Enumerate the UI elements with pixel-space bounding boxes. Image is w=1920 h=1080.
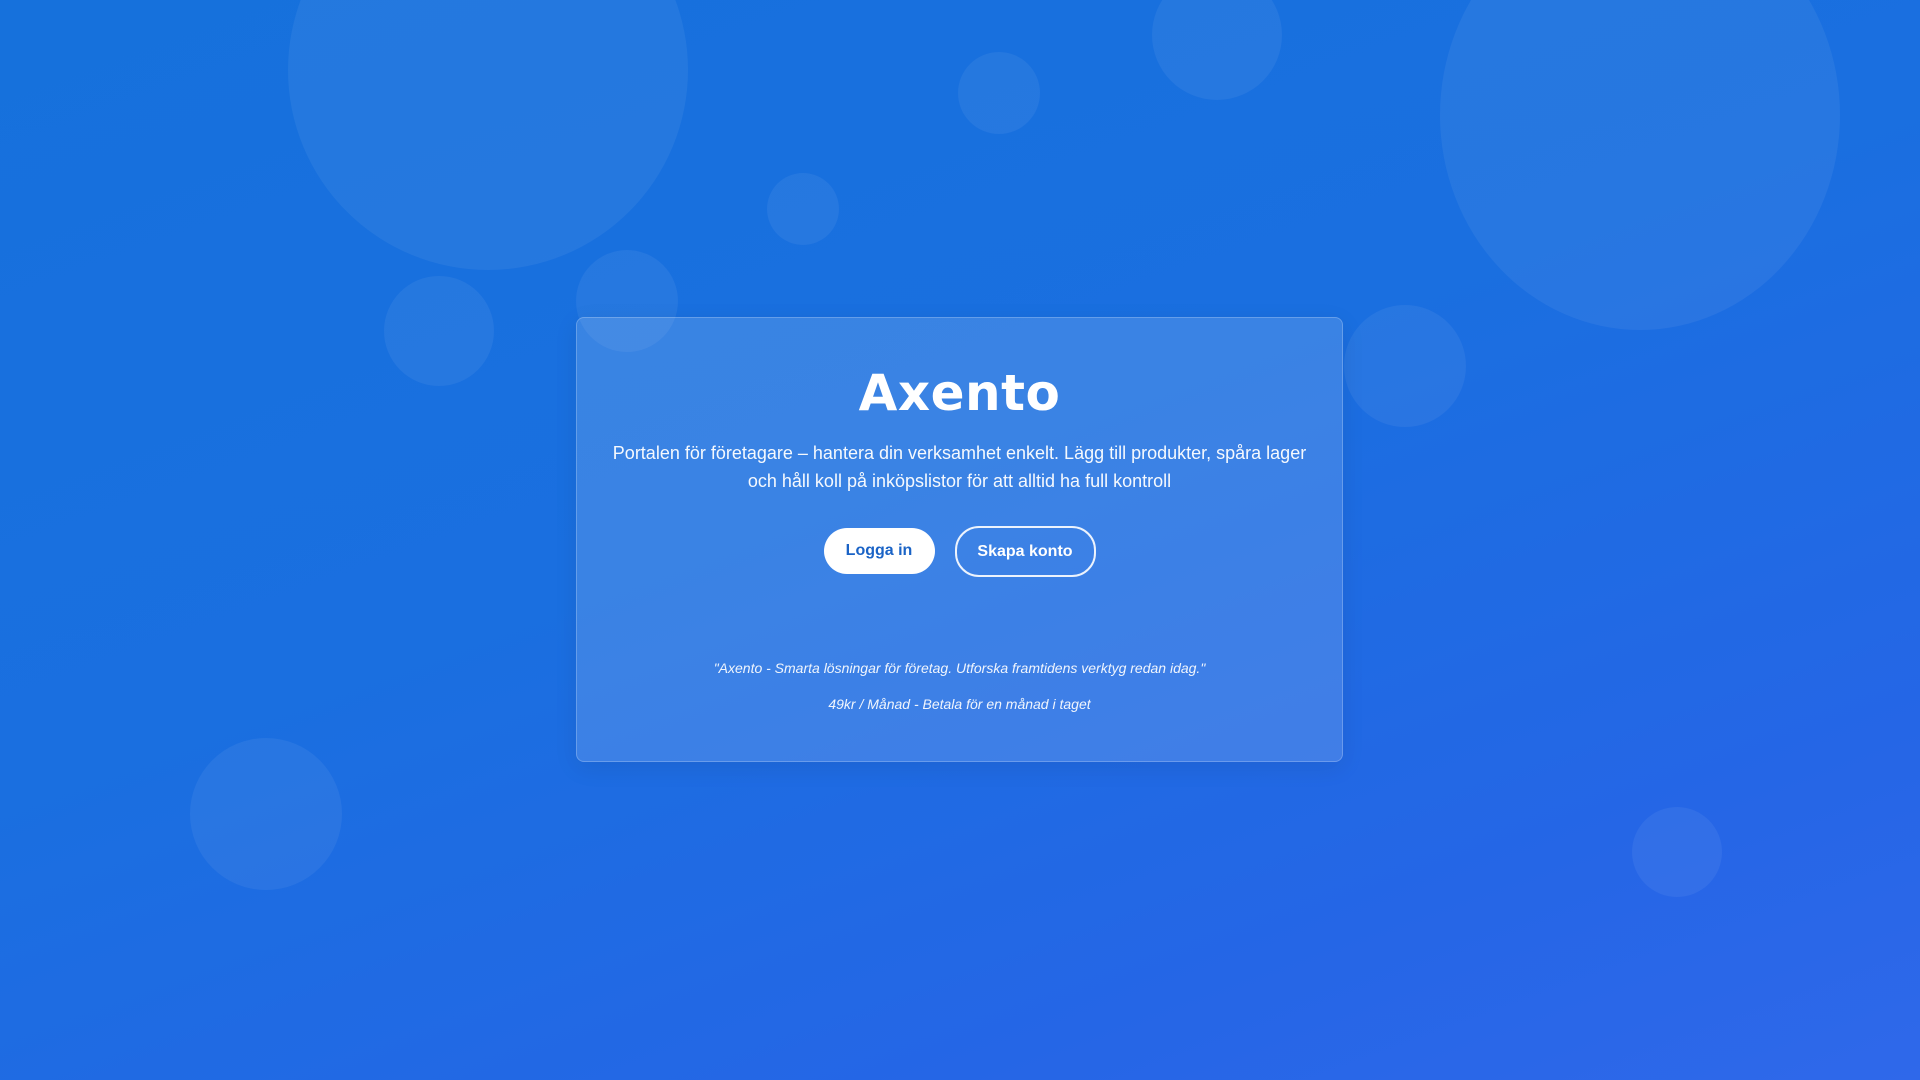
background-bubble (958, 52, 1040, 134)
slogan-quote: "Axento - Smarta lösningar för företag. … (713, 660, 1206, 676)
background-bubble (384, 276, 494, 386)
action-buttons: Logga in Skapa konto (577, 526, 1342, 577)
brand-title: Axento (858, 364, 1061, 422)
login-button[interactable]: Logga in (823, 528, 935, 574)
create-account-button[interactable]: Skapa konto (954, 526, 1096, 577)
tagline: Portalen för företagare – hantera din ve… (612, 443, 1307, 491)
background-bubble (288, 0, 688, 270)
background-bubble (767, 173, 839, 245)
price-info: 49kr / Månad - Betala för en månad i tag… (828, 696, 1091, 712)
background-bubble (1440, 0, 1840, 330)
background-bubble (1344, 305, 1466, 427)
background-bubble (1152, 0, 1282, 100)
background-bubble (190, 738, 342, 890)
welcome-card: Axento Portalen för företagare – hantera… (576, 317, 1343, 762)
background-bubble (1632, 807, 1722, 897)
